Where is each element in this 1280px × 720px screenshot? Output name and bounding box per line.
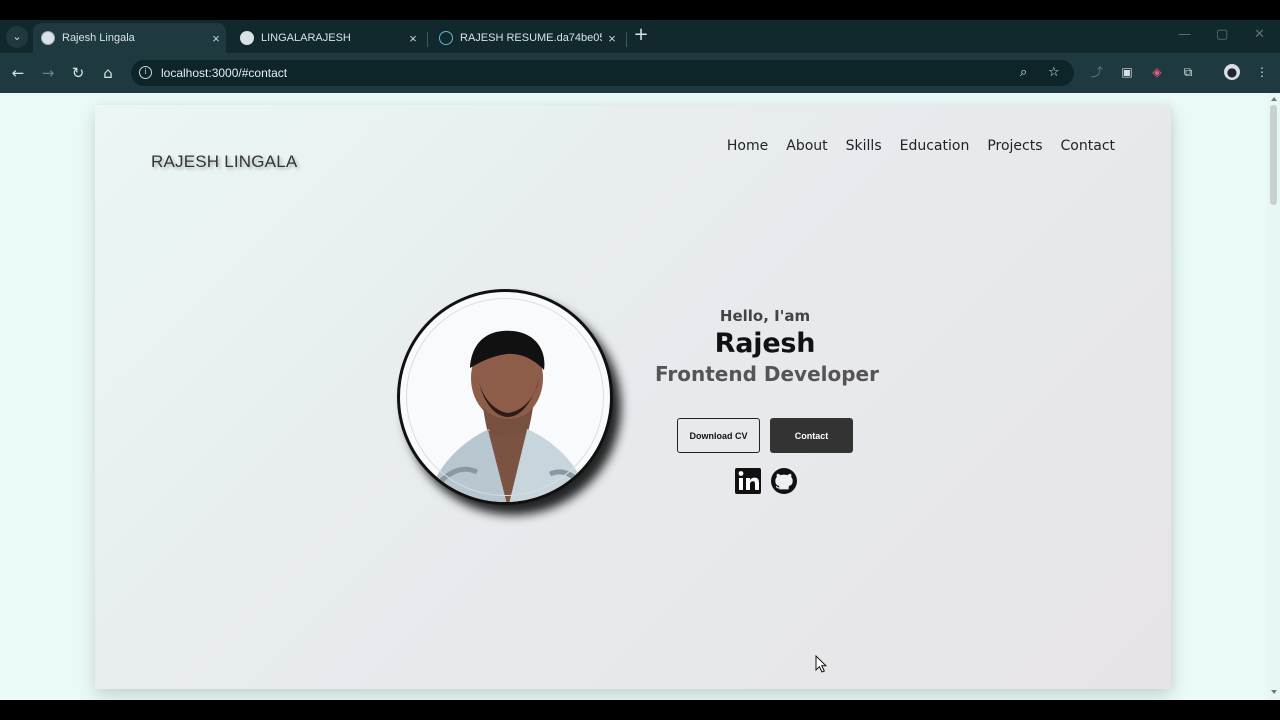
tab-rajesh-lingala[interactable]: Rajesh Lingala × xyxy=(33,23,226,53)
nav-link-contact[interactable]: Contact xyxy=(1061,138,1115,154)
page-scrollbar[interactable] xyxy=(1267,93,1280,700)
profile-photo xyxy=(397,289,613,505)
new-tab-button[interactable]: + xyxy=(631,25,651,45)
reload-icon[interactable]: ↻ xyxy=(68,63,88,83)
tab-title: RAJESH RESUME.da74be05ae7 xyxy=(460,32,602,44)
scroll-up-arrow-icon[interactable] xyxy=(1271,97,1277,101)
profile-avatar-icon[interactable]: ● xyxy=(1224,64,1240,80)
address-bar[interactable]: i localhost:3000/#contact ⌕ ☆ xyxy=(131,60,1074,86)
contact-button[interactable]: Contact xyxy=(770,418,853,453)
nav-link-home[interactable]: Home xyxy=(727,138,768,154)
forward-arrow-icon[interactable]: → xyxy=(38,63,58,83)
minimize-icon[interactable]: — xyxy=(1178,27,1191,42)
tab-search-button[interactable]: ⌄ xyxy=(6,26,28,48)
tab-title: Rajesh Lingala xyxy=(62,32,135,44)
github-icon xyxy=(240,31,254,45)
nav-link-skills[interactable]: Skills xyxy=(846,138,882,154)
site-logo[interactable]: RAJESH LINGALA xyxy=(151,152,297,172)
greeting-text: Hello, I'am xyxy=(719,307,811,325)
picture-in-picture-icon[interactable]: ▣ xyxy=(1119,64,1135,80)
scroll-down-arrow-icon[interactable] xyxy=(1271,690,1277,694)
url-text[interactable]: localhost:3000/#contact xyxy=(161,66,287,80)
close-tab-icon[interactable]: × xyxy=(206,31,226,46)
browser-menu-icon[interactable]: ⋮ xyxy=(1254,64,1270,80)
tab-separator xyxy=(626,32,627,47)
share-icon[interactable]: ⤴ xyxy=(1089,64,1105,80)
hero-text-group: Hello, I'am Rajesh Frontend Developer xyxy=(655,299,879,386)
photo-inner-ring xyxy=(406,298,604,496)
home-icon[interactable]: ⌂ xyxy=(98,63,118,83)
tab-separator xyxy=(427,32,428,47)
browser-tab-strip: ⌄ Rajesh Lingala × LINGALARAJESH × RAJES… xyxy=(0,20,1280,53)
zoom-icon[interactable]: ⌕ xyxy=(1020,65,1027,80)
desktop-screen: ⌄ Rajesh Lingala × LINGALARAJESH × RAJES… xyxy=(0,0,1280,720)
hero-name: Rajesh xyxy=(714,328,816,359)
tab-lingalarajesh[interactable]: LINGALARAJESH × xyxy=(232,23,423,53)
hero-card: RAJESH LINGALA Home About Skills Educati… xyxy=(95,105,1171,689)
nav-link-about[interactable]: About xyxy=(786,138,827,154)
main-navigation: Home About Skills Education Projects Con… xyxy=(727,138,1115,154)
tab-rajesh-resume[interactable]: RAJESH RESUME.da74be05ae7 × xyxy=(431,23,622,53)
github-icon[interactable] xyxy=(770,467,798,495)
site-info-icon[interactable]: i xyxy=(139,66,152,79)
social-links xyxy=(734,467,798,497)
bottom-screen-bar xyxy=(0,700,1280,720)
bookmark-star-icon[interactable]: ☆ xyxy=(1048,65,1060,80)
hero-title: Frontend Developer xyxy=(655,362,879,386)
scroll-thumb[interactable] xyxy=(1270,105,1277,205)
extensions-icon[interactable]: ⧉ xyxy=(1180,64,1196,80)
nav-link-projects[interactable]: Projects xyxy=(987,138,1042,154)
mouse-cursor-icon xyxy=(815,655,827,673)
tab-title: LINGALARAJESH xyxy=(261,32,351,44)
user-icon xyxy=(41,31,55,45)
close-window-icon[interactable]: ✕ xyxy=(1254,27,1265,42)
restore-icon[interactable]: ▢ xyxy=(1216,27,1228,42)
pocket-icon[interactable]: ◈ xyxy=(1149,64,1165,80)
close-tab-icon[interactable]: × xyxy=(403,31,423,46)
nav-link-education[interactable]: Education xyxy=(900,138,970,154)
download-cv-button[interactable]: Download CV xyxy=(677,418,760,453)
back-arrow-icon[interactable]: ← xyxy=(8,63,28,83)
react-icon xyxy=(439,31,453,45)
linkedin-icon[interactable] xyxy=(734,467,762,495)
close-tab-icon[interactable]: × xyxy=(602,31,622,46)
web-page: RAJESH LINGALA Home About Skills Educati… xyxy=(0,93,1267,700)
